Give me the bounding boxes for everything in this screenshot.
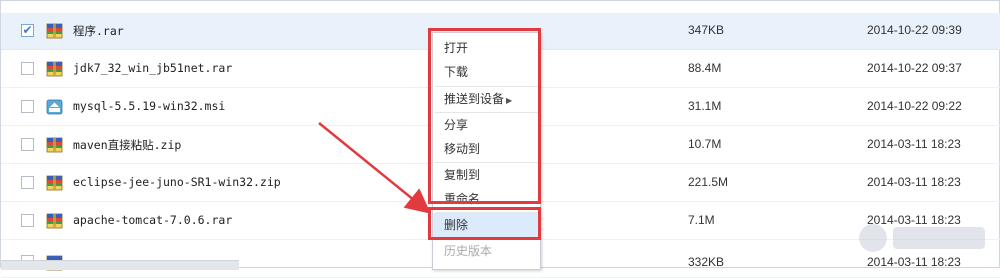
highlight-box-menu (428, 28, 541, 204)
watermark-logo-icon (859, 224, 985, 252)
file-list-panel: ✔ 程序.rar 347KB 2014-10-22 09:39 jdk7_32_… (0, 0, 1000, 278)
menu-item-history-versions: 历史版本 (444, 244, 493, 258)
horizontal-scrollbar[interactable] (1, 260, 239, 270)
highlight-box-delete (428, 207, 541, 240)
